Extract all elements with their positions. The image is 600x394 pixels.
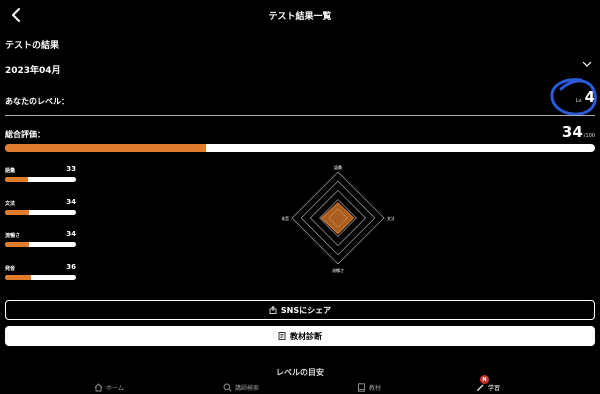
tab-materials-label: 教材: [369, 384, 382, 392]
tab-study[interactable]: N 学習: [476, 375, 501, 394]
level-guide-heading: レベルの目安: [276, 368, 324, 377]
skill-progress-bar: [5, 177, 76, 182]
skill-label: 流暢さ: [5, 233, 21, 239]
level-row: あなたのレベル： Lv. 4: [5, 78, 597, 116]
skill-grammar: 文法 34: [5, 198, 76, 224]
tab-home-label: ホーム: [106, 384, 124, 392]
home-icon: [94, 382, 103, 391]
skill-vocabulary: 語彙 33: [5, 165, 76, 191]
skill-label: 発音: [5, 266, 16, 272]
level-divider: [5, 115, 595, 116]
skill-progress-fill: [5, 210, 30, 215]
skill-score: 36: [66, 263, 76, 271]
radar-series-area: [320, 202, 355, 235]
skill-progress-fill: [5, 275, 31, 280]
month-selector[interactable]: 2023年04月: [5, 58, 595, 76]
overall-row: 総合評価： 34 /100: [5, 123, 595, 143]
notification-badge: N: [480, 375, 489, 384]
overall-suffix: /100: [583, 133, 595, 139]
radar-axis-label: 流暢さ: [332, 267, 344, 273]
book-icon: [358, 382, 365, 392]
skill-progress-bar: [5, 210, 76, 215]
sns-share-label: SNSにシェア: [280, 305, 332, 315]
skill-fluency: 流暢さ 34: [5, 230, 76, 256]
tab-materials[interactable]: 教材: [357, 380, 381, 394]
chevron-down-icon: [582, 61, 592, 67]
document-icon: [278, 332, 286, 340]
skill-score: 33: [66, 165, 76, 173]
level-annotation-circle: [550, 78, 597, 116]
overall-progress-bar: [5, 144, 595, 152]
overall-score: 34: [561, 123, 583, 141]
radar-axis-label: 発音: [282, 215, 289, 221]
tab-home[interactable]: ホーム: [94, 380, 124, 394]
radar-axis-label: 文法: [387, 215, 394, 221]
month-label: 2023年04月: [5, 66, 61, 76]
tab-study-label: 学習: [488, 384, 501, 392]
skill-progress-bar: [5, 275, 76, 280]
level-label: あなたのレベル：: [5, 97, 69, 106]
page-title: テスト結果一覧: [268, 12, 332, 22]
overall-value: 34 /100: [562, 123, 595, 141]
share-icon: [269, 306, 277, 314]
tab-teacher-search-label: 講師検索: [235, 384, 260, 392]
bottom-tab-bar: ホーム 講師検索 教材 N 学習: [0, 375, 600, 394]
skill-pronunciation: 発音 36: [5, 263, 76, 289]
skill-label: 語彙: [5, 168, 16, 174]
material-diagnosis-button[interactable]: 教材診断: [5, 326, 595, 346]
skill-progress-fill: [5, 177, 29, 182]
tab-teacher-search[interactable]: 講師検索: [223, 380, 259, 394]
skill-score: 34: [66, 198, 76, 206]
skill-progress-bar: [5, 242, 76, 247]
radar-axis-label: 語彙: [334, 164, 342, 170]
skill-score: 34: [66, 230, 76, 238]
header-bar: テスト結果一覧: [0, 0, 600, 32]
skill-progress-fill: [5, 242, 30, 247]
overall-label: 総合評価：: [5, 130, 45, 139]
overall-progress-fill: [5, 144, 206, 152]
material-diagnosis-label: 教材診断: [290, 331, 322, 341]
results-section-title: テストの結果: [5, 41, 60, 51]
radar-chart: 語彙文法流暢さ 発音: [282, 164, 394, 273]
search-icon: [223, 383, 232, 392]
skill-label: 文法: [5, 201, 16, 207]
sns-share-button[interactable]: SNSにシェア: [5, 300, 595, 320]
